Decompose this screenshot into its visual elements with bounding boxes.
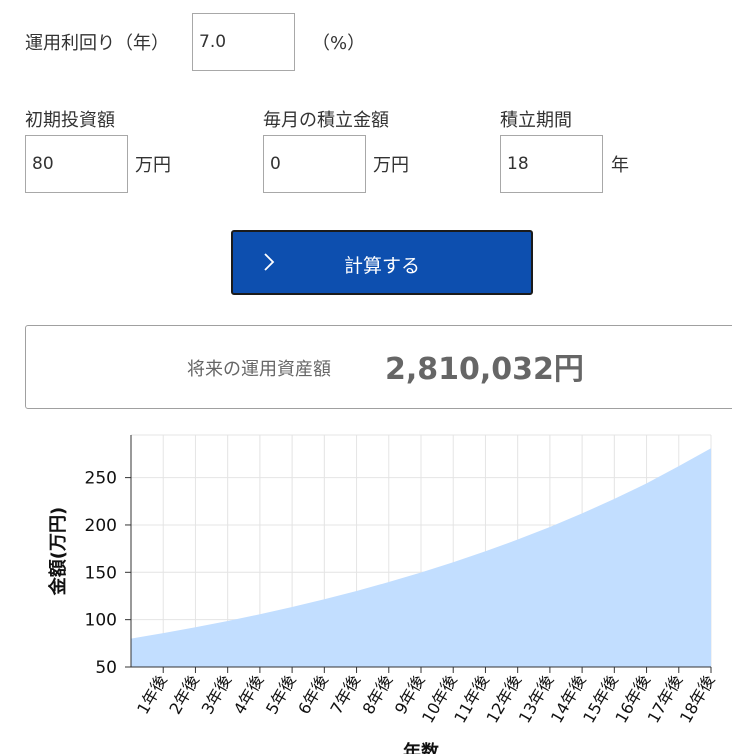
y-tick-label: 50 — [95, 658, 117, 678]
x-axis-title: 年数 — [403, 741, 440, 754]
x-tick-label: 3年後 — [198, 672, 236, 718]
y-tick-label: 100 — [85, 611, 117, 631]
x-tick-label: 1年後 — [133, 672, 171, 718]
x-tick-label: 5年後 — [262, 672, 300, 718]
y-tick-label: 250 — [85, 469, 117, 489]
y-axis-title: 金額(万円) — [47, 507, 69, 596]
x-tick-label: 6年後 — [294, 672, 332, 718]
y-tick-label: 150 — [85, 563, 117, 583]
y-tick-label: 200 — [85, 516, 117, 536]
x-tick-label: 2年後 — [165, 672, 203, 718]
x-tick-label: 7年後 — [326, 672, 364, 718]
asset-growth-chart: 501001502002501年後2年後3年後4年後5年後6年後7年後8年後9年… — [47, 434, 718, 754]
x-tick-label: 4年後 — [230, 672, 268, 718]
x-tick-label: 8年後 — [359, 672, 397, 718]
